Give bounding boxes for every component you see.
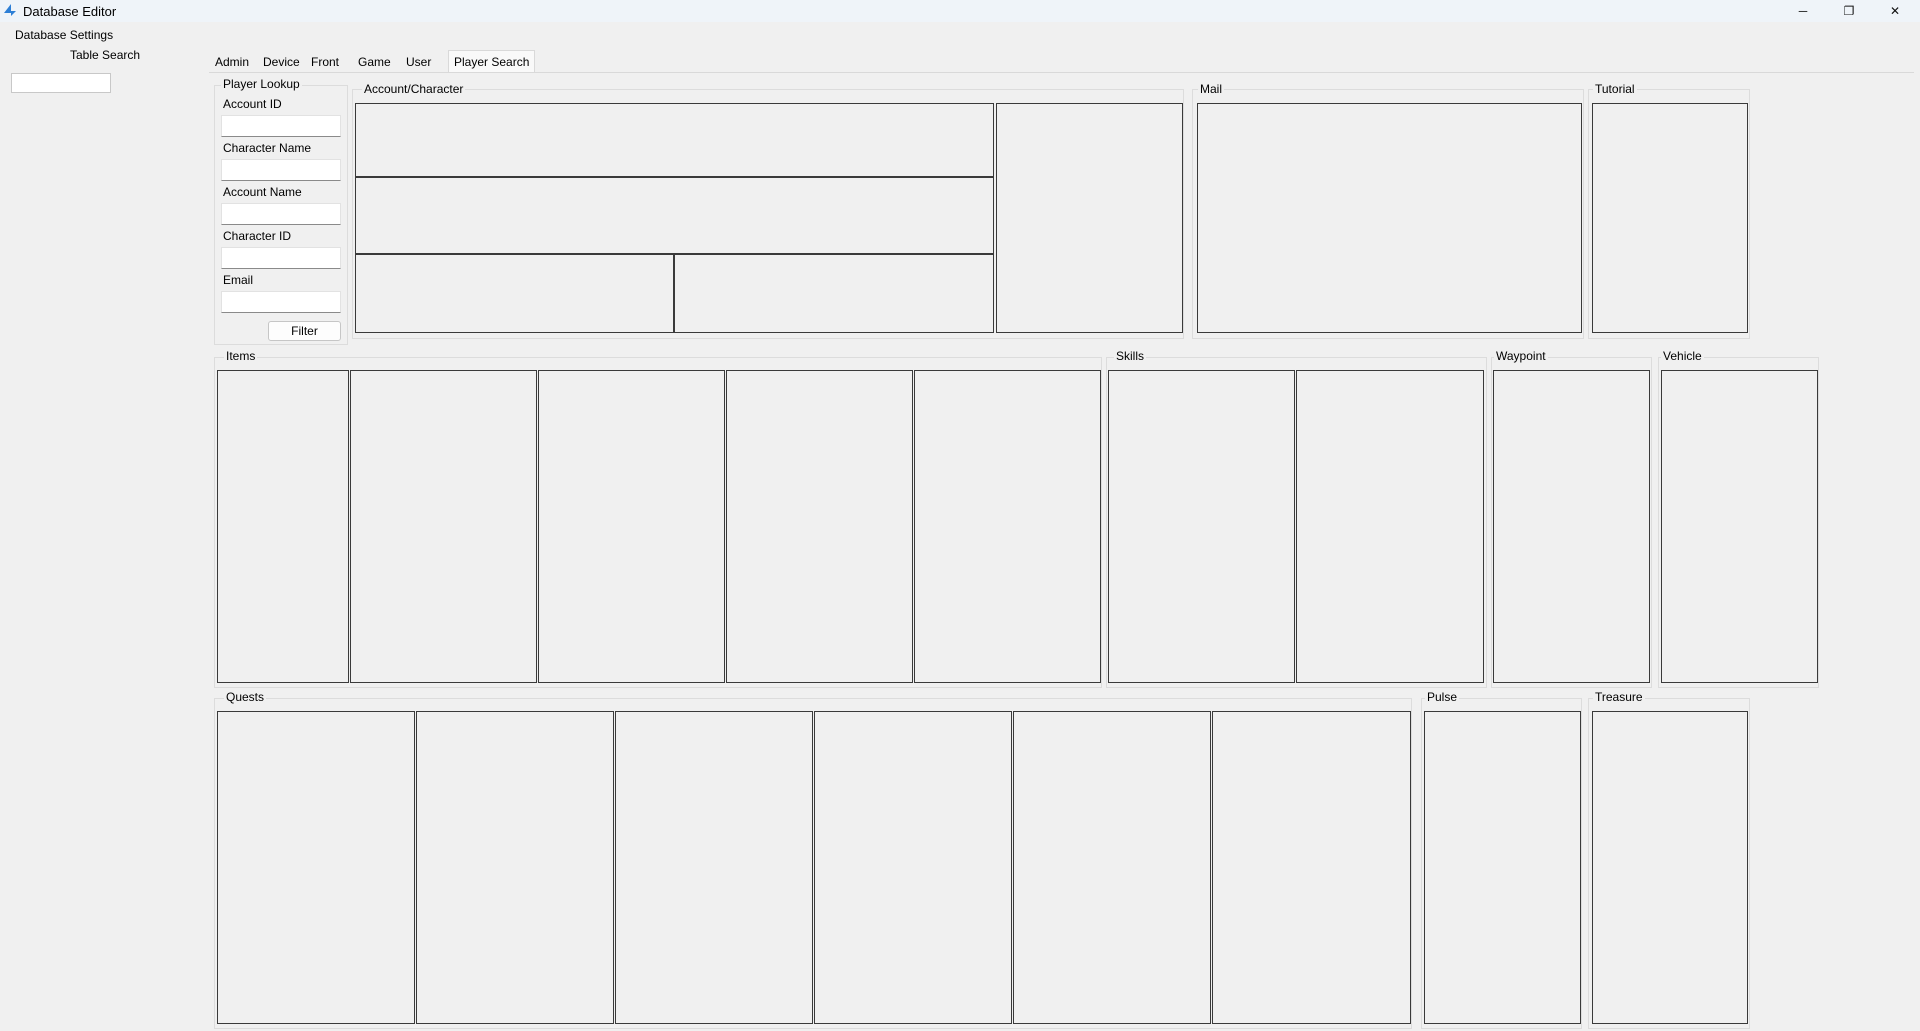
account-name-input[interactable] bbox=[221, 203, 341, 225]
quests-table-2[interactable] bbox=[416, 711, 614, 1024]
email-input[interactable] bbox=[221, 291, 341, 313]
tab-front[interactable]: Front bbox=[309, 53, 341, 72]
skills-table-1[interactable] bbox=[1108, 370, 1295, 683]
tab-device[interactable]: Device bbox=[261, 53, 302, 72]
account-name-label: Account Name bbox=[223, 185, 302, 199]
skills-title: Skills bbox=[1114, 349, 1147, 363]
menu-database-settings[interactable]: Database Settings bbox=[15, 28, 113, 42]
tab-player-search[interactable]: Player Search bbox=[448, 50, 536, 74]
window-title: Database Editor bbox=[23, 4, 117, 19]
account-id-input[interactable] bbox=[221, 115, 341, 137]
items-table-2[interactable] bbox=[350, 370, 537, 683]
email-label: Email bbox=[223, 273, 254, 287]
close-button[interactable]: ✕ bbox=[1872, 0, 1918, 22]
table-search-input[interactable] bbox=[11, 73, 111, 93]
title-bar bbox=[0, 0, 1920, 22]
minimize-icon: ─ bbox=[1798, 4, 1808, 18]
character-name-input[interactable] bbox=[221, 159, 341, 181]
items-table-1[interactable] bbox=[217, 370, 349, 683]
quests-title: Quests bbox=[224, 690, 267, 704]
tutorial-table[interactable] bbox=[1592, 103, 1748, 333]
minimize-button[interactable]: ─ bbox=[1780, 0, 1826, 22]
mail-table[interactable] bbox=[1197, 103, 1582, 333]
vehicle-table[interactable] bbox=[1661, 370, 1818, 683]
vehicle-title: Vehicle bbox=[1661, 349, 1704, 363]
character-detail-table-left[interactable] bbox=[355, 254, 674, 333]
restore-icon: ❐ bbox=[1843, 4, 1855, 18]
restore-button[interactable]: ❐ bbox=[1826, 0, 1872, 22]
skills-table-2[interactable] bbox=[1296, 370, 1484, 683]
character-id-input[interactable] bbox=[221, 247, 341, 269]
waypoint-title: Waypoint bbox=[1494, 349, 1548, 363]
items-title: Items bbox=[224, 349, 258, 363]
quests-table-1[interactable] bbox=[217, 711, 415, 1024]
account-table[interactable] bbox=[355, 103, 994, 177]
character-name-label: Character Name bbox=[223, 141, 312, 155]
quests-table-5[interactable] bbox=[1013, 711, 1211, 1024]
pulse-title: Pulse bbox=[1425, 690, 1460, 704]
quests-table-4[interactable] bbox=[814, 711, 1012, 1024]
tab-game[interactable]: Game bbox=[356, 53, 393, 72]
filter-button[interactable]: Filter bbox=[268, 321, 341, 341]
app-logo-icon bbox=[4, 4, 16, 16]
character-detail-table-right[interactable] bbox=[674, 254, 994, 333]
pulse-table[interactable] bbox=[1424, 711, 1581, 1024]
quests-table-3[interactable] bbox=[615, 711, 813, 1024]
account-side-table[interactable] bbox=[996, 103, 1183, 333]
account-id-label: Account ID bbox=[223, 97, 282, 111]
tab-admin[interactable]: Admin bbox=[213, 53, 251, 72]
tutorial-title: Tutorial bbox=[1593, 82, 1637, 96]
quests-table-6[interactable] bbox=[1212, 711, 1411, 1024]
treasure-title: Treasure bbox=[1593, 690, 1645, 704]
items-table-4[interactable] bbox=[726, 370, 913, 683]
tab-user[interactable]: User bbox=[404, 53, 433, 72]
filter-button-label: Filter bbox=[291, 324, 318, 338]
mail-title: Mail bbox=[1198, 82, 1225, 96]
waypoint-table[interactable] bbox=[1493, 370, 1650, 683]
items-table-3[interactable] bbox=[538, 370, 725, 683]
menu-table-search[interactable]: Table Search bbox=[70, 48, 140, 62]
player-lookup-title: Player Lookup bbox=[221, 77, 302, 91]
close-icon: ✕ bbox=[1889, 4, 1901, 18]
account-character-title: Account/Character bbox=[362, 82, 466, 96]
items-table-5[interactable] bbox=[914, 370, 1101, 683]
character-id-label: Character ID bbox=[223, 229, 292, 243]
treasure-table[interactable] bbox=[1592, 711, 1748, 1024]
character-table[interactable] bbox=[355, 177, 994, 254]
